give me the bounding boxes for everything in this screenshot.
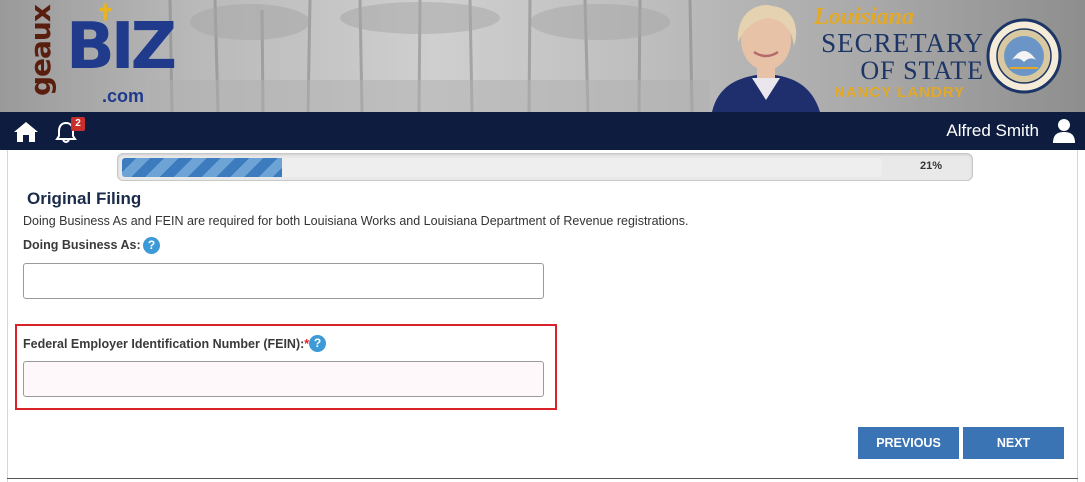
progress-percent-label: 21% xyxy=(919,160,942,172)
fein-label: Federal Employer Identification Number (… xyxy=(23,337,309,351)
notification-count-badge: 2 xyxy=(71,117,85,131)
fein-input[interactable] xyxy=(23,361,544,397)
page-title: Original Filing xyxy=(27,189,142,208)
user-icon[interactable] xyxy=(1052,118,1076,144)
fein-help-icon[interactable]: ? xyxy=(309,335,326,352)
secretary-portrait-image xyxy=(712,5,820,112)
info-text: Doing Business As and FEIN are required … xyxy=(23,214,689,228)
progress-track xyxy=(122,158,882,177)
progress-bar: 21% xyxy=(117,153,973,181)
page-border-left xyxy=(7,150,8,482)
fein-label-text: Federal Employer Identification Number (… xyxy=(23,337,305,351)
top-navbar: 2 Alfred Smith xyxy=(0,112,1085,150)
sos-name-text: NANCY LANDRY xyxy=(834,84,966,101)
sos-state-text: Louisiana xyxy=(814,4,915,30)
progress-fill xyxy=(122,158,282,177)
logo-com-text: .com xyxy=(102,86,145,106)
page-border-bottom xyxy=(7,478,1078,479)
next-button[interactable]: NEXT xyxy=(963,427,1064,459)
page-border-right xyxy=(1077,150,1078,482)
dba-help-icon[interactable]: ? xyxy=(143,237,160,254)
geauxbiz-logo[interactable]: geaux ✝ BIZ .com xyxy=(22,0,177,110)
sos-line2-text: OF STATE xyxy=(860,56,984,85)
state-seal-icon xyxy=(986,18,1062,94)
dba-input[interactable] xyxy=(23,263,544,299)
dba-label: Doing Business As: xyxy=(23,238,141,252)
logo-geaux-text: geaux xyxy=(24,5,57,96)
sos-line1-text: SECRETARY xyxy=(821,28,984,58)
previous-button[interactable]: PREVIOUS xyxy=(858,427,959,459)
logo-biz-text: BIZ xyxy=(66,10,177,84)
user-name-link[interactable]: Alfred Smith xyxy=(946,121,1039,141)
header-banner: geaux ✝ BIZ .com Louisiana SECRETARY OF … xyxy=(0,0,1085,112)
secretary-of-state-title: Louisiana SECRETARY OF STATE NANCY LANDR… xyxy=(812,4,984,108)
home-icon[interactable] xyxy=(13,121,39,143)
